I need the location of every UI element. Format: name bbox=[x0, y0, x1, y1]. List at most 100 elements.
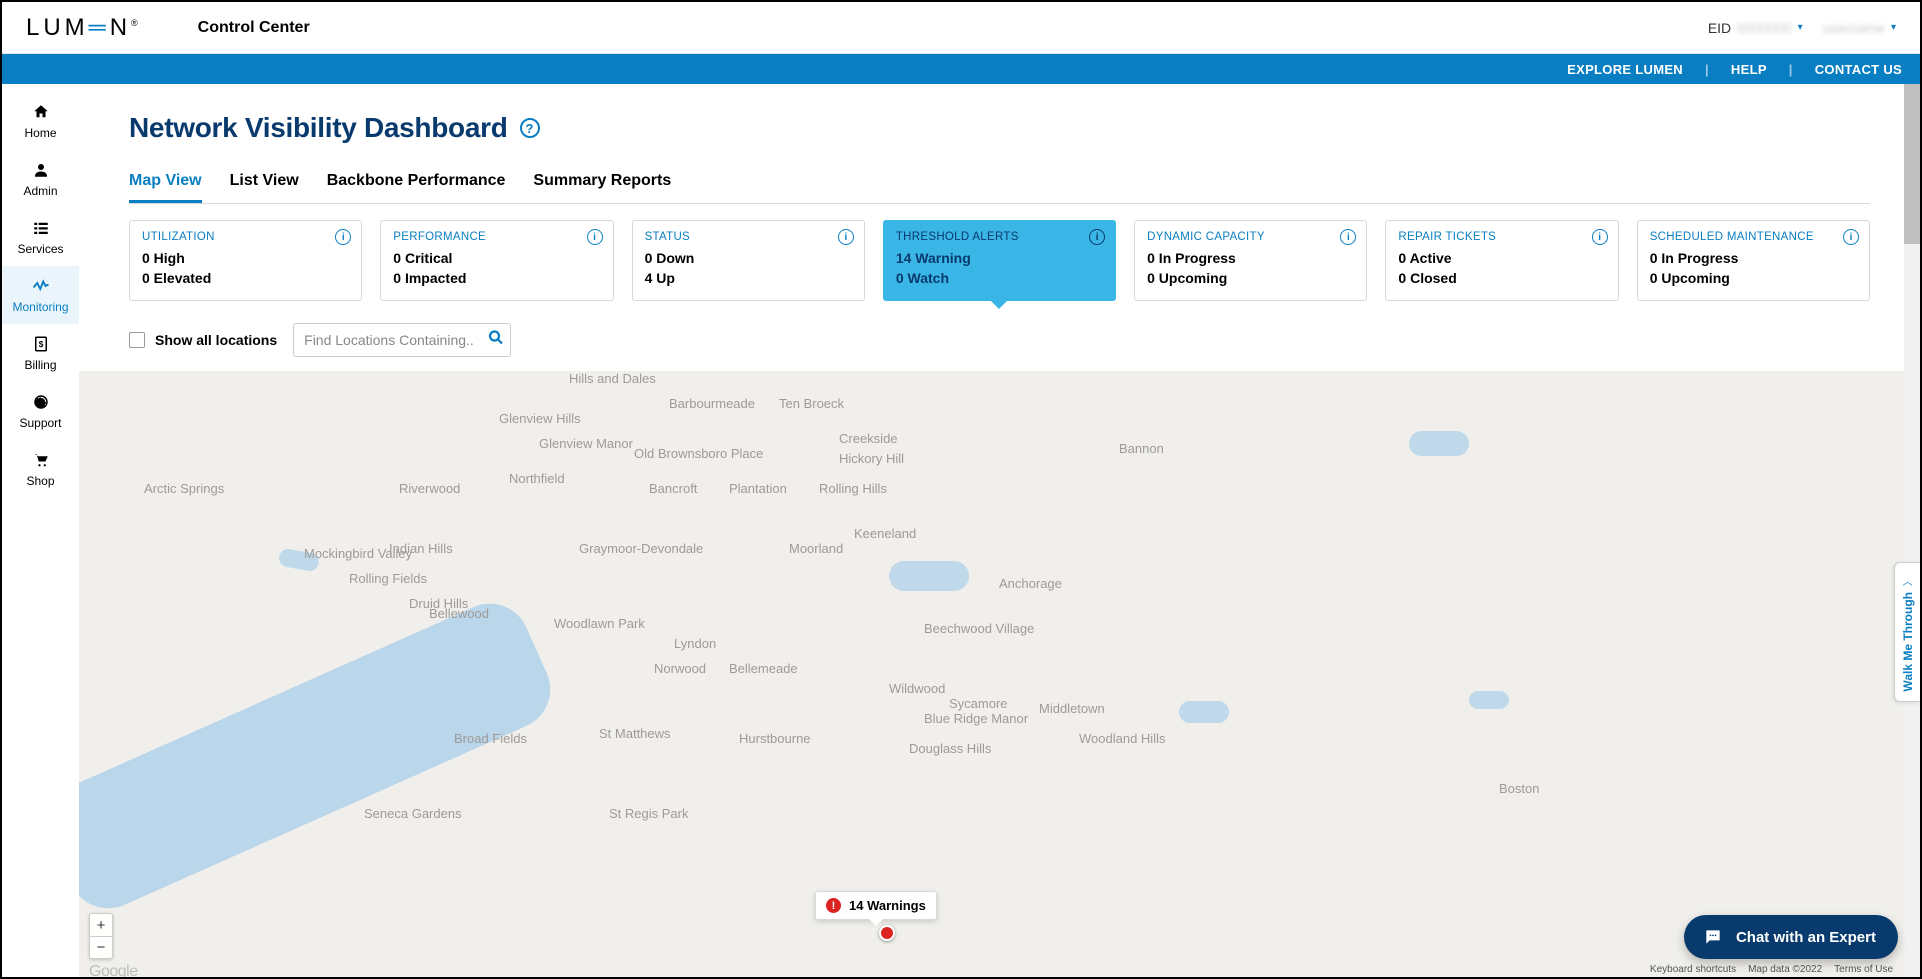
card-line: 4 Up bbox=[645, 269, 852, 289]
info-icon[interactable]: i bbox=[1843, 229, 1859, 245]
sidebar-item-label: Shop bbox=[26, 474, 54, 488]
walk-me-through-tab[interactable]: ︿ Walk Me Through bbox=[1894, 562, 1920, 702]
sidebar-item-label: Home bbox=[24, 126, 56, 140]
map-place-label: Hills and Dales bbox=[569, 371, 656, 386]
tab-map-view[interactable]: Map View bbox=[129, 172, 202, 203]
tab-summary-reports[interactable]: Summary Reports bbox=[533, 172, 671, 203]
location-search-input[interactable] bbox=[293, 323, 511, 357]
contact-link[interactable]: CONTACT US bbox=[1815, 62, 1902, 77]
vertical-scrollbar[interactable] bbox=[1904, 84, 1920, 977]
sidebar-nav: Home Admin Services Monitoring bbox=[2, 84, 79, 977]
card-title: REPAIR TICKETS bbox=[1398, 231, 1605, 243]
map-marker[interactable] bbox=[879, 925, 895, 941]
map-place-label: Blue Ridge Manor bbox=[924, 711, 1028, 726]
brand-logo[interactable]: LUM═N® bbox=[26, 14, 138, 42]
card-line: 0 Elevated bbox=[142, 269, 349, 289]
card-line: 0 Watch bbox=[896, 269, 1103, 289]
map-place-label: Lyndon bbox=[674, 636, 716, 651]
sidebar-item-label: Admin bbox=[23, 184, 57, 198]
sidebar-item-label: Services bbox=[17, 242, 63, 256]
monitoring-icon bbox=[31, 276, 51, 296]
info-icon[interactable]: i bbox=[587, 229, 603, 245]
card-line: 0 In Progress bbox=[1650, 249, 1857, 269]
info-icon[interactable]: i bbox=[1592, 229, 1608, 245]
tab-backbone-performance[interactable]: Backbone Performance bbox=[327, 172, 506, 203]
tooltip-text: 14 Warnings bbox=[849, 898, 926, 913]
card-performance[interactable]: i PERFORMANCE 0 Critical 0 Impacted bbox=[380, 220, 613, 301]
sidebar-item-services[interactable]: Services bbox=[2, 208, 79, 266]
eid-value: 0000000 bbox=[1737, 20, 1792, 36]
keyboard-shortcuts-link[interactable]: Keyboard shortcuts bbox=[1650, 964, 1736, 975]
sidebar-item-shop[interactable]: Shop bbox=[2, 440, 79, 498]
chat-icon bbox=[1702, 926, 1724, 948]
map-place-label: Old Brownsboro Place bbox=[634, 446, 763, 461]
eid-selector[interactable]: EID 0000000 ▾ bbox=[1708, 20, 1803, 36]
checkbox-icon bbox=[129, 332, 145, 348]
card-threshold-alerts[interactable]: i THRESHOLD ALERTS 14 Warning 0 Watch bbox=[883, 220, 1116, 301]
map-place-label: Beechwood Village bbox=[924, 621, 1034, 636]
map-attribution: Keyboard shortcuts Map data ©2022 Terms … bbox=[1650, 964, 1914, 975]
explore-link[interactable]: EXPLORE LUMEN bbox=[1567, 62, 1683, 77]
view-tabs: Map View List View Backbone Performance … bbox=[129, 172, 1870, 204]
shop-icon bbox=[31, 450, 51, 470]
card-title: DYNAMIC CAPACITY bbox=[1147, 231, 1354, 243]
eid-label: EID bbox=[1708, 20, 1731, 36]
sidebar-item-label: Billing bbox=[24, 358, 56, 372]
scrollbar-thumb[interactable] bbox=[1904, 84, 1920, 244]
map-place-label: Woodland Hills bbox=[1079, 731, 1165, 746]
card-line: 0 Closed bbox=[1398, 269, 1605, 289]
utility-bar: EXPLORE LUMEN | HELP | CONTACT US bbox=[2, 54, 1920, 84]
google-logo: Google bbox=[89, 963, 138, 977]
app-name: Control Center bbox=[198, 19, 310, 37]
card-line: 0 Impacted bbox=[393, 269, 600, 289]
map-marker-tooltip[interactable]: ! 14 Warnings bbox=[815, 891, 937, 920]
sidebar-item-monitoring[interactable]: Monitoring bbox=[2, 266, 79, 324]
info-icon[interactable]: i bbox=[1089, 229, 1105, 245]
map-place-label: Arctic Springs bbox=[144, 481, 224, 496]
support-icon bbox=[31, 392, 51, 412]
card-utilization[interactable]: i UTILIZATION 0 High 0 Elevated bbox=[129, 220, 362, 301]
chevron-down-icon: ▾ bbox=[1891, 22, 1896, 33]
tab-list-view[interactable]: List View bbox=[230, 172, 299, 203]
map-canvas[interactable]: Arctic SpringsRiverwoodNorthfieldGlenvie… bbox=[79, 371, 1920, 977]
zoom-out-button[interactable]: − bbox=[90, 936, 112, 958]
chat-label: Chat with an Expert bbox=[1736, 929, 1876, 946]
card-title: UTILIZATION bbox=[142, 231, 349, 243]
sidebar-item-billing[interactable]: $ Billing bbox=[2, 324, 79, 382]
home-icon bbox=[31, 102, 51, 122]
map-place-label: Boston bbox=[1499, 781, 1539, 796]
card-repair-tickets[interactable]: i REPAIR TICKETS 0 Active 0 Closed bbox=[1385, 220, 1618, 301]
map-place-label: Indian Hills bbox=[389, 541, 453, 556]
map-place-label: Riverwood bbox=[399, 481, 460, 496]
card-title: PERFORMANCE bbox=[393, 231, 600, 243]
zoom-in-button[interactable]: + bbox=[90, 914, 112, 936]
user-selector[interactable]: username ▾ bbox=[1823, 20, 1896, 36]
map-place-label: Anchorage bbox=[999, 576, 1062, 591]
map-place-label: Broad Fields bbox=[454, 731, 527, 746]
map-place-label: Keeneland bbox=[854, 526, 916, 541]
sidebar-item-label: Support bbox=[19, 416, 61, 430]
map-place-label: Bellewood bbox=[429, 606, 489, 621]
card-status[interactable]: i STATUS 0 Down 4 Up bbox=[632, 220, 865, 301]
map-place-label: Rolling Fields bbox=[349, 571, 427, 586]
sidebar-item-support[interactable]: Support bbox=[2, 382, 79, 440]
sidebar-item-home[interactable]: Home bbox=[2, 92, 79, 150]
help-link[interactable]: HELP bbox=[1731, 62, 1767, 77]
checkbox-label: Show all locations bbox=[155, 332, 277, 348]
card-dynamic-capacity[interactable]: i DYNAMIC CAPACITY 0 In Progress 0 Upcom… bbox=[1134, 220, 1367, 301]
map-place-label: St Regis Park bbox=[609, 806, 688, 821]
card-line: 0 Critical bbox=[393, 249, 600, 269]
map-place-label: St Matthews bbox=[599, 726, 671, 741]
show-all-locations-checkbox[interactable]: Show all locations bbox=[129, 332, 277, 348]
chat-button[interactable]: Chat with an Expert bbox=[1684, 915, 1898, 959]
card-line: 0 Down bbox=[645, 249, 852, 269]
sidebar-item-admin[interactable]: Admin bbox=[2, 150, 79, 208]
card-scheduled-maintenance[interactable]: i SCHEDULED MAINTENANCE 0 In Progress 0 … bbox=[1637, 220, 1870, 301]
sidebar-item-label: Monitoring bbox=[12, 300, 68, 314]
help-icon[interactable]: ? bbox=[520, 118, 540, 138]
map-place-label: Wildwood bbox=[889, 681, 945, 696]
search-icon[interactable] bbox=[487, 329, 505, 352]
map-place-label: Woodlawn Park bbox=[554, 616, 645, 631]
info-icon[interactable]: i bbox=[838, 229, 854, 245]
terms-link[interactable]: Terms of Use bbox=[1834, 964, 1893, 975]
